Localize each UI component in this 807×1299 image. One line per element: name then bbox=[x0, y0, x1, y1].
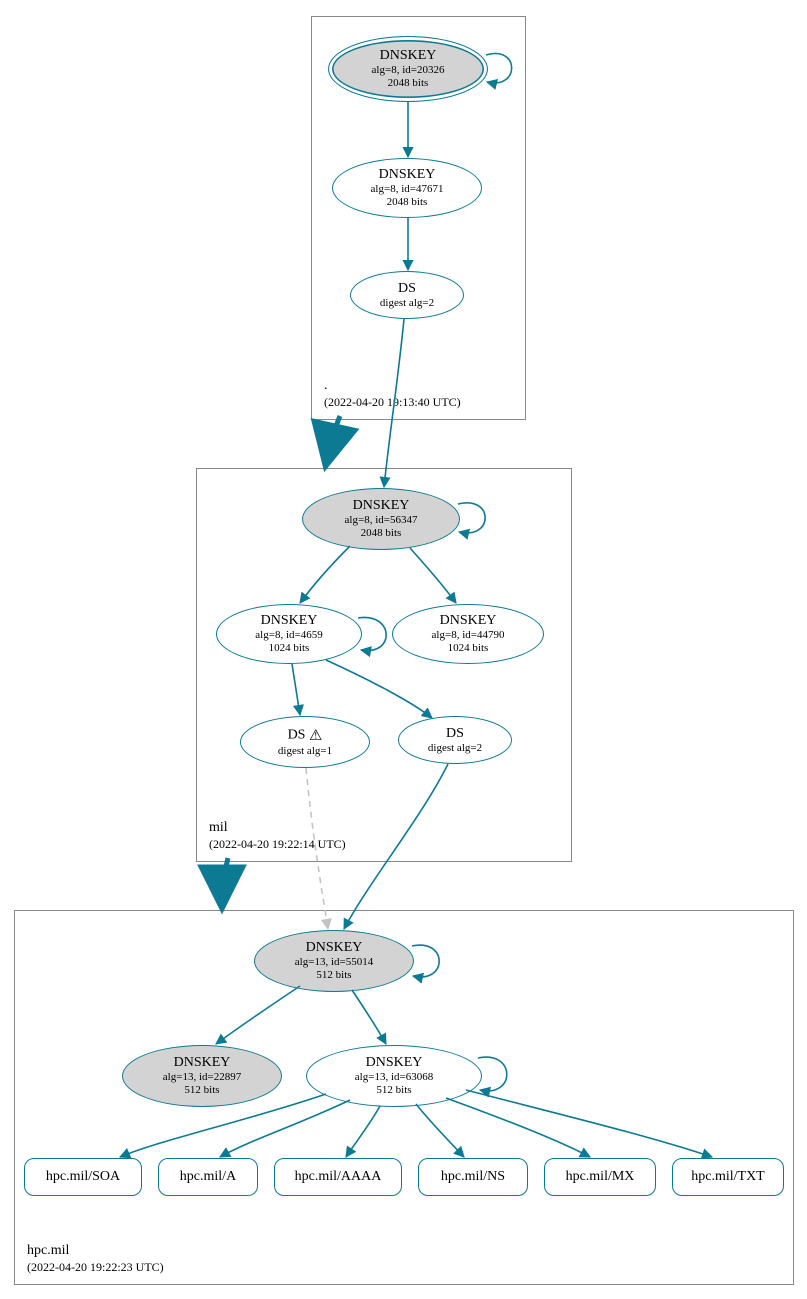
node-mil-ds2: DS digest alg=2 bbox=[398, 716, 512, 764]
node-rr-mx: hpc.mil/MX bbox=[544, 1158, 656, 1196]
node-hpc-key2: DNSKEY alg=13, id=22897 512 bits bbox=[122, 1045, 282, 1107]
zone-mil-timestamp: (2022-04-20 19:22:14 UTC) bbox=[209, 837, 346, 853]
node-hpc-ksk: DNSKEY alg=13, id=55014 512 bits bbox=[254, 930, 414, 992]
node-hpc-zsk: DNSKEY alg=13, id=63068 512 bits bbox=[306, 1045, 482, 1107]
zone-hpc-name: hpc.mil bbox=[27, 1242, 164, 1260]
node-mil-zsk1: DNSKEY alg=8, id=4659 1024 bits bbox=[216, 604, 362, 664]
zone-hpc-timestamp: (2022-04-20 19:22:23 UTC) bbox=[27, 1260, 164, 1276]
node-rr-txt: hpc.mil/TXT bbox=[672, 1158, 784, 1196]
node-mil-zsk2: DNSKEY alg=8, id=44790 1024 bits bbox=[392, 604, 544, 664]
node-mil-ksk: DNSKEY alg=8, id=56347 2048 bits bbox=[302, 488, 460, 550]
node-rr-ns: hpc.mil/NS bbox=[418, 1158, 528, 1196]
zone-root-timestamp: (2022-04-20 19:13:40 UTC) bbox=[324, 395, 461, 411]
warning-icon: ⚠ bbox=[309, 726, 322, 745]
node-root-ds: DS digest alg=2 bbox=[350, 271, 464, 319]
node-rr-a: hpc.mil/A bbox=[158, 1158, 258, 1196]
node-root-ksk: DNSKEY alg=8, id=20326 2048 bits bbox=[328, 36, 488, 102]
node-mil-ds1: DS ⚠ digest alg=1 bbox=[240, 716, 370, 768]
node-root-zsk: DNSKEY alg=8, id=47671 2048 bits bbox=[332, 158, 482, 218]
zone-root-name: . bbox=[324, 377, 461, 395]
zone-mil-name: mil bbox=[209, 819, 346, 837]
node-rr-aaaa: hpc.mil/AAAA bbox=[274, 1158, 402, 1196]
node-rr-soa: hpc.mil/SOA bbox=[24, 1158, 142, 1196]
